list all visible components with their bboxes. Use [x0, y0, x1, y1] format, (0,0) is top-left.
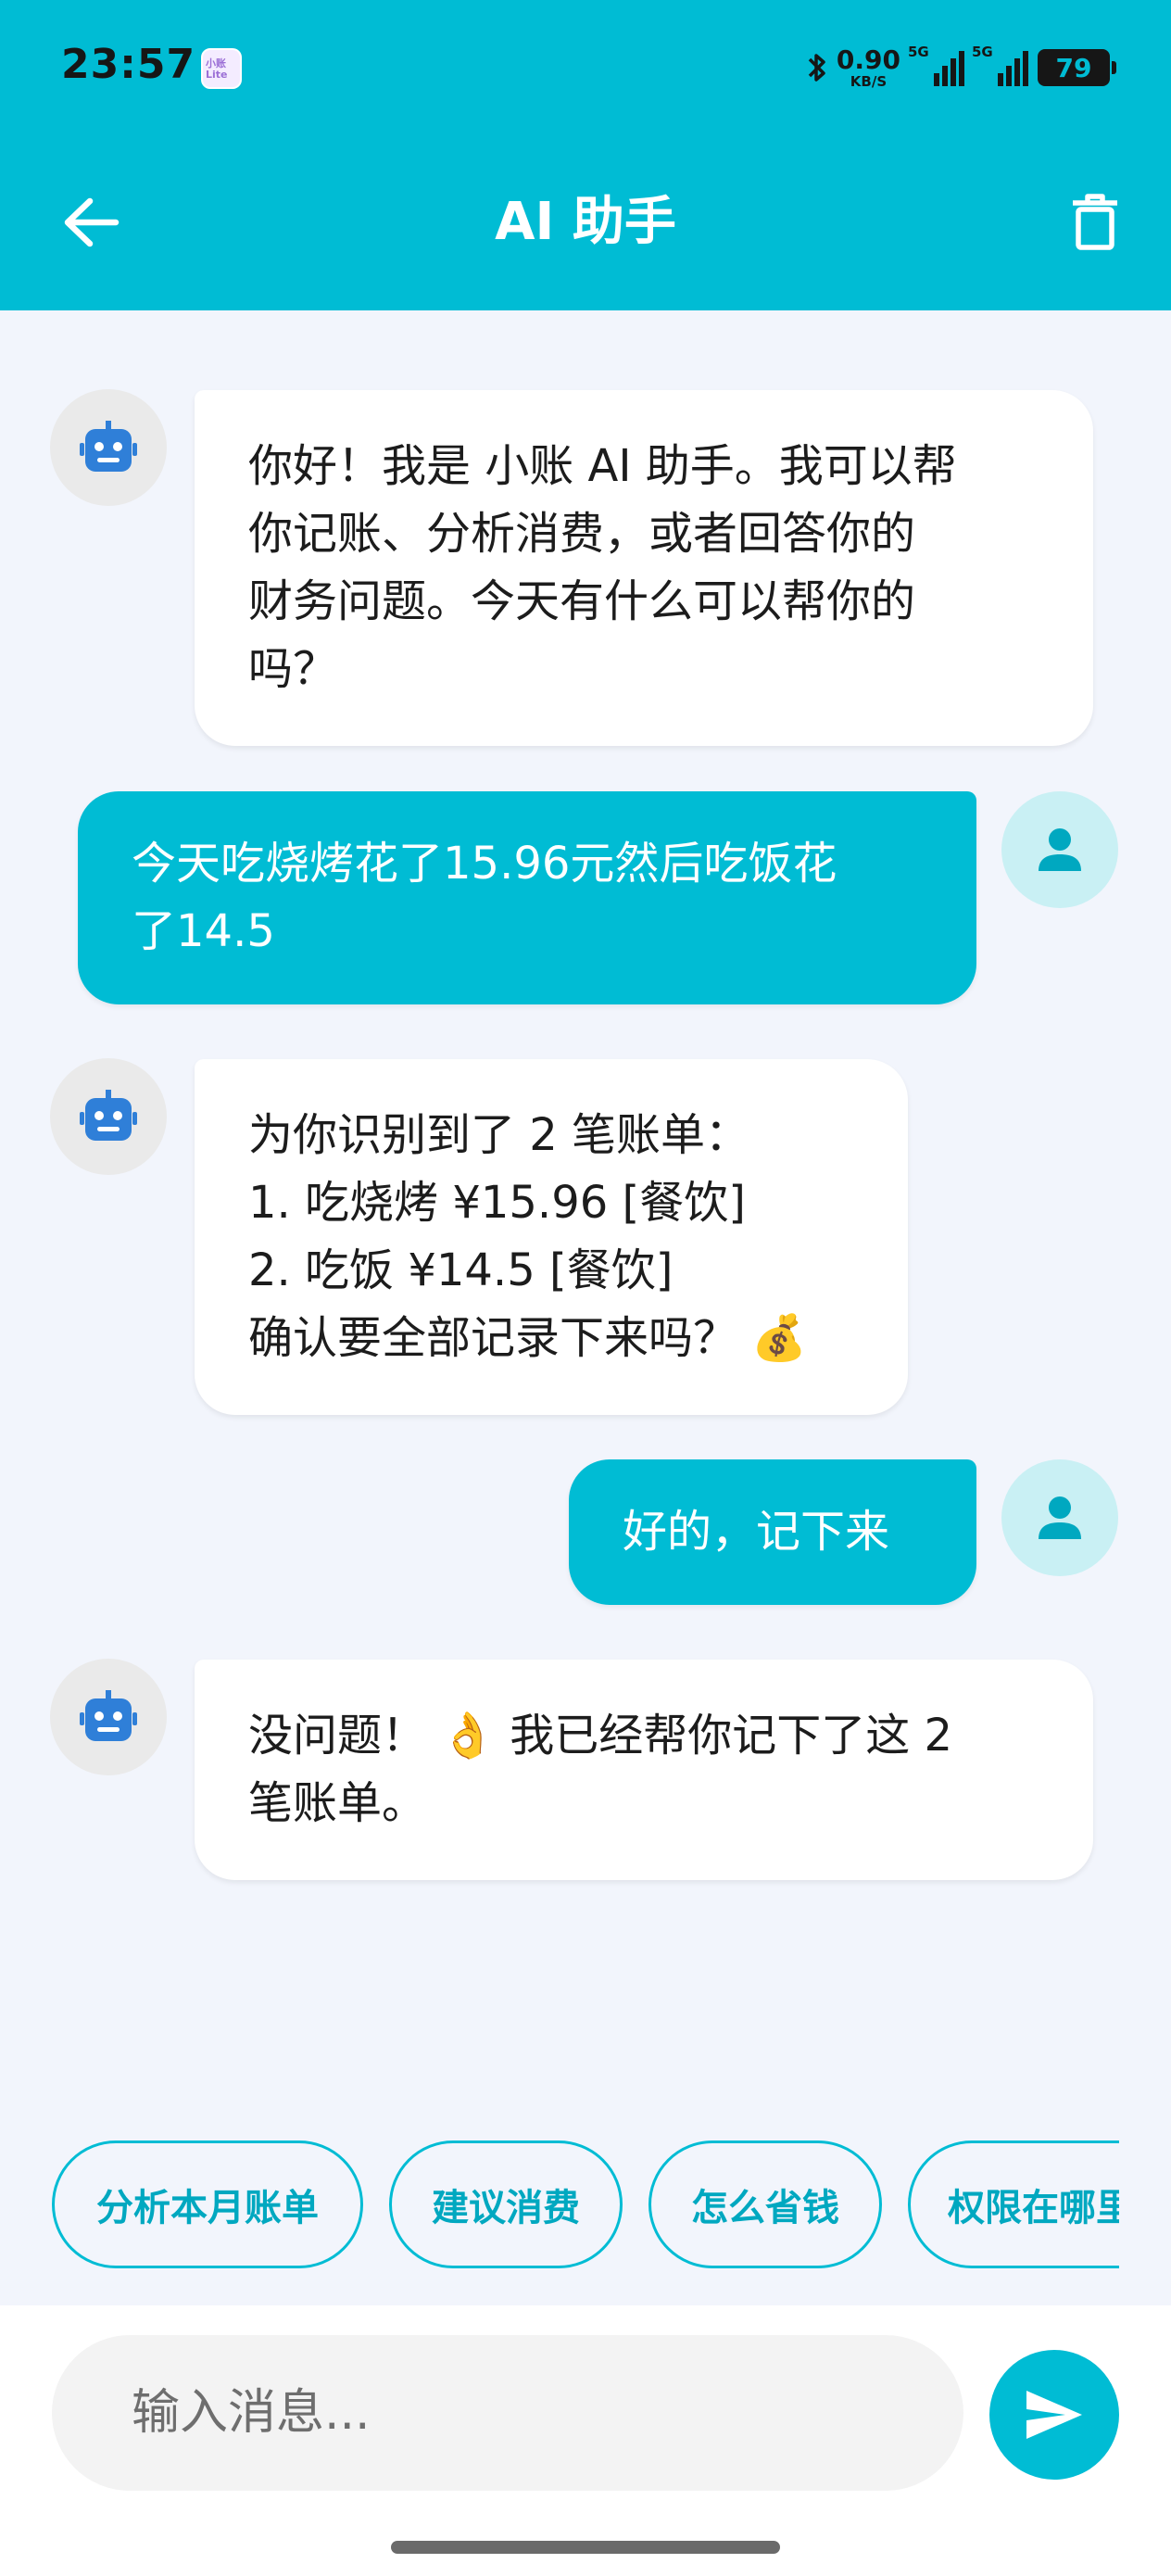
quick-reply-spending-advice[interactable]: 建议消费	[389, 2140, 623, 2268]
signal-2-label: 5G	[972, 44, 993, 60]
signal-5g-icon-2: 5G	[972, 44, 1028, 86]
home-indicator[interactable]	[391, 2541, 780, 2554]
message-line: 了14.5	[132, 905, 275, 957]
network-speed: 0.90 KB/S	[836, 44, 900, 90]
net-speed-unit: KB/S	[850, 72, 888, 90]
bot-avatar	[50, 1058, 167, 1175]
person-icon	[1039, 828, 1081, 871]
message-line: 好的，记下来	[623, 1506, 890, 1558]
message-line: 吗？	[248, 643, 338, 695]
bot-avatar	[50, 389, 167, 506]
robot-icon	[80, 421, 137, 472]
chat-screen: 23:57 小账 Lite 0.90 KB/S 5G 5G 79 AI 助手 你…	[0, 0, 1171, 2576]
composer	[0, 2305, 1171, 2576]
quick-reply-save-money[interactable]: 怎么省钱	[648, 2140, 882, 2268]
user-message: 今天吃烧烤花了15.96元然后吃饭花 了14.5	[78, 791, 976, 1004]
bot-avatar	[50, 1659, 167, 1775]
bluetooth-icon	[807, 51, 827, 84]
robot-icon	[80, 1090, 137, 1141]
message-line: 为你识别到了 2 笔账单：	[248, 1109, 750, 1161]
page-title: AI 助手	[495, 192, 676, 252]
status-time: 23:57	[61, 41, 196, 88]
message-line: 没问题！ 👌 我已经帮你记下了这 2	[248, 1710, 953, 1762]
trash-icon	[1073, 194, 1117, 250]
signal-5g-icon: 5G	[908, 44, 964, 86]
message-line: 你记账、分析消费，或者回答你的	[248, 508, 916, 560]
message-input[interactable]	[52, 2335, 963, 2491]
person-icon	[1039, 1496, 1081, 1539]
quick-replies[interactable]: 分析本月账单 建议消费 怎么省钱 权限在哪里	[0, 2139, 1119, 2272]
user-avatar	[1001, 1459, 1118, 1576]
message-line: 笔账单。	[248, 1777, 427, 1829]
send-button[interactable]	[989, 2350, 1119, 2480]
signal-1-label: 5G	[908, 44, 929, 60]
delete-button[interactable]	[1056, 183, 1134, 261]
quick-reply-permissions[interactable]: 权限在哪里	[908, 2140, 1119, 2268]
battery-level: 79	[1055, 52, 1092, 83]
message-line: 1. 吃烧烤 ¥15.96 [餐饮]	[248, 1177, 746, 1229]
message-line: 财务问题。今天有什么可以帮你的	[248, 575, 916, 627]
app-notification-icon: 小账 Lite	[201, 48, 242, 89]
bot-message: 你好！我是 小账 AI 助手。我可以帮 你记账、分析消费，或者回答你的 财务问题…	[195, 390, 1093, 746]
app-icon-text: 小账 Lite	[206, 57, 228, 81]
message-line: 2. 吃饭 ¥14.5 [餐饮]	[248, 1244, 674, 1296]
header: 23:57 小账 Lite 0.90 KB/S 5G 5G 79 AI 助手	[0, 0, 1171, 310]
battery-icon: 79	[1038, 49, 1116, 86]
net-speed-value: 0.90	[836, 44, 900, 75]
message-list[interactable]: 你好！我是 小账 AI 助手。我可以帮 你记账、分析消费，或者回答你的 财务问题…	[0, 310, 1171, 2117]
bot-message: 为你识别到了 2 笔账单： 1. 吃烧烤 ¥15.96 [餐饮] 2. 吃饭 ¥…	[195, 1059, 908, 1415]
robot-icon	[80, 1690, 137, 1741]
status-bar: 23:57 小账 Lite 0.90 KB/S 5G 5G 79	[0, 0, 1171, 130]
user-avatar	[1001, 791, 1118, 908]
user-message: 好的，记下来	[569, 1459, 976, 1605]
app-bar: AI 助手	[0, 130, 1171, 310]
send-icon	[1026, 2391, 1082, 2439]
message-line: 今天吃烧烤花了15.96元然后吃饭花	[132, 838, 837, 890]
message-line: 你好！我是 小账 AI 助手。我可以帮	[248, 440, 957, 492]
bot-message: 没问题！ 👌 我已经帮你记下了这 2 笔账单。	[195, 1660, 1093, 1880]
status-indicators: 0.90 KB/S 5G 5G 79	[807, 44, 1116, 91]
message-line: 确认要全部记录下来吗？ 💰	[248, 1312, 808, 1364]
quick-reply-analyze-bill[interactable]: 分析本月账单	[52, 2140, 363, 2268]
